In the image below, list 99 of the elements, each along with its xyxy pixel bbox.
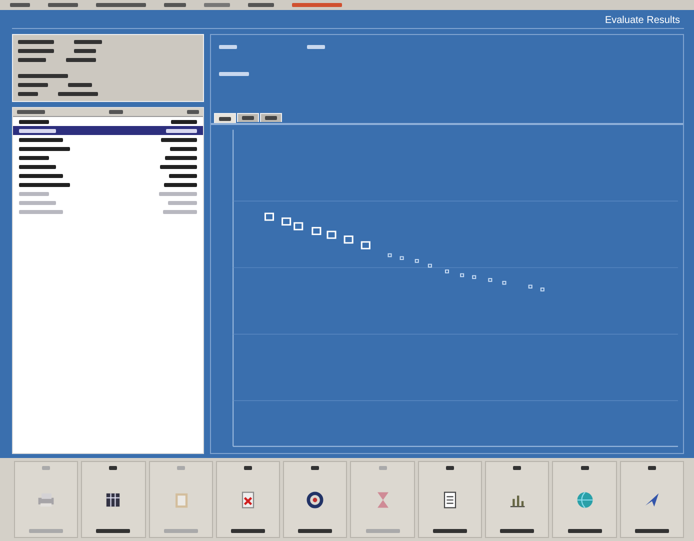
toolbar-button[interactable] <box>81 461 146 538</box>
blurred-text <box>242 116 254 120</box>
blurred-text <box>171 120 197 124</box>
toolbar-button[interactable] <box>485 461 550 538</box>
blurred-text <box>17 110 45 114</box>
blurred-text <box>170 146 197 150</box>
blurred-text <box>164 3 186 7</box>
blurred-text <box>160 164 197 168</box>
data-point <box>388 253 392 258</box>
tab[interactable] <box>237 113 259 122</box>
list-row[interactable] <box>13 126 203 135</box>
data-point <box>312 226 322 236</box>
blurred-text <box>48 3 78 7</box>
blurred-text <box>219 45 237 49</box>
blurred-text <box>19 182 70 186</box>
blurred-text <box>19 192 49 196</box>
blurred-text <box>74 49 96 53</box>
blurred-text <box>311 466 320 470</box>
blurred-text <box>96 3 146 7</box>
data-point <box>294 222 304 230</box>
blurred-text <box>634 529 669 533</box>
blurred-text <box>10 3 30 7</box>
blurred-text <box>19 146 70 150</box>
blurred-text <box>58 92 98 96</box>
blurred-text <box>18 49 54 53</box>
data-point <box>282 217 292 226</box>
data-point <box>540 288 544 292</box>
data-point <box>460 273 464 278</box>
blurred-text <box>166 128 197 132</box>
blurred-text <box>19 210 63 214</box>
tab[interactable] <box>214 113 236 123</box>
blurred-text <box>187 110 199 114</box>
blurred-text <box>159 192 197 196</box>
blurred-text <box>378 466 387 470</box>
blurred-text <box>176 466 185 470</box>
blurred-text <box>19 174 63 178</box>
blurred-text <box>161 138 197 142</box>
blurred-text <box>568 529 602 533</box>
data-point <box>264 212 274 221</box>
blurred-text <box>109 466 118 470</box>
data-point <box>472 275 476 280</box>
blurred-text <box>109 110 123 114</box>
data-point <box>502 280 506 285</box>
blurred-text <box>19 138 63 142</box>
blurred-text <box>446 466 454 470</box>
data-point <box>414 259 419 263</box>
blurred-text <box>96 529 130 533</box>
data-point <box>360 241 370 250</box>
blurred-text <box>366 529 400 533</box>
data-point <box>326 230 336 239</box>
blurred-text <box>204 3 230 7</box>
blurred-text <box>219 116 231 120</box>
blurred-text <box>68 83 92 87</box>
toolbar-button[interactable] <box>418 461 482 538</box>
blurred-text <box>307 45 325 49</box>
blurred-text <box>648 466 656 470</box>
blurred-text <box>580 466 589 470</box>
blurred-text <box>231 529 266 533</box>
blurred-text <box>18 58 46 62</box>
blurred-text <box>163 210 197 214</box>
blurred-text <box>74 40 102 44</box>
blurred-text <box>292 3 342 7</box>
blurred-text <box>265 116 277 120</box>
blurred-text <box>513 466 522 470</box>
blurred-text <box>18 74 68 78</box>
blurred-text <box>42 466 50 470</box>
toolbar-button[interactable] <box>283 461 348 538</box>
toolbar-button[interactable] <box>552 461 617 538</box>
blurred-text <box>19 156 49 160</box>
blurred-text <box>500 529 534 533</box>
window-title: Evaluate Results <box>12 12 684 29</box>
blurred-text <box>18 40 54 44</box>
blurred-text <box>18 92 38 96</box>
blurred-text <box>169 174 197 178</box>
blurred-text <box>219 72 249 76</box>
tab[interactable] <box>260 113 282 122</box>
blurred-text <box>168 200 197 204</box>
data-point <box>400 256 404 260</box>
data-point <box>344 236 354 244</box>
blurred-text <box>19 120 49 124</box>
data-point <box>428 264 432 268</box>
data-point <box>528 284 532 289</box>
blurred-text <box>18 83 48 87</box>
blurred-text <box>19 128 56 132</box>
data-point <box>488 278 492 282</box>
blurred-text <box>248 3 274 7</box>
blurred-text <box>164 182 197 186</box>
blurred-text <box>298 529 332 533</box>
blurred-text <box>165 156 197 160</box>
blurred-text <box>66 58 96 62</box>
toolbar-button[interactable] <box>216 461 280 538</box>
toolbar-button[interactable] <box>620 461 684 538</box>
data-point <box>445 270 449 274</box>
blurred-text <box>19 164 56 168</box>
blurred-text <box>29 529 64 533</box>
blurred-text <box>19 200 56 204</box>
blurred-text <box>432 529 467 533</box>
blurred-text <box>244 466 252 470</box>
blurred-text <box>164 529 198 533</box>
